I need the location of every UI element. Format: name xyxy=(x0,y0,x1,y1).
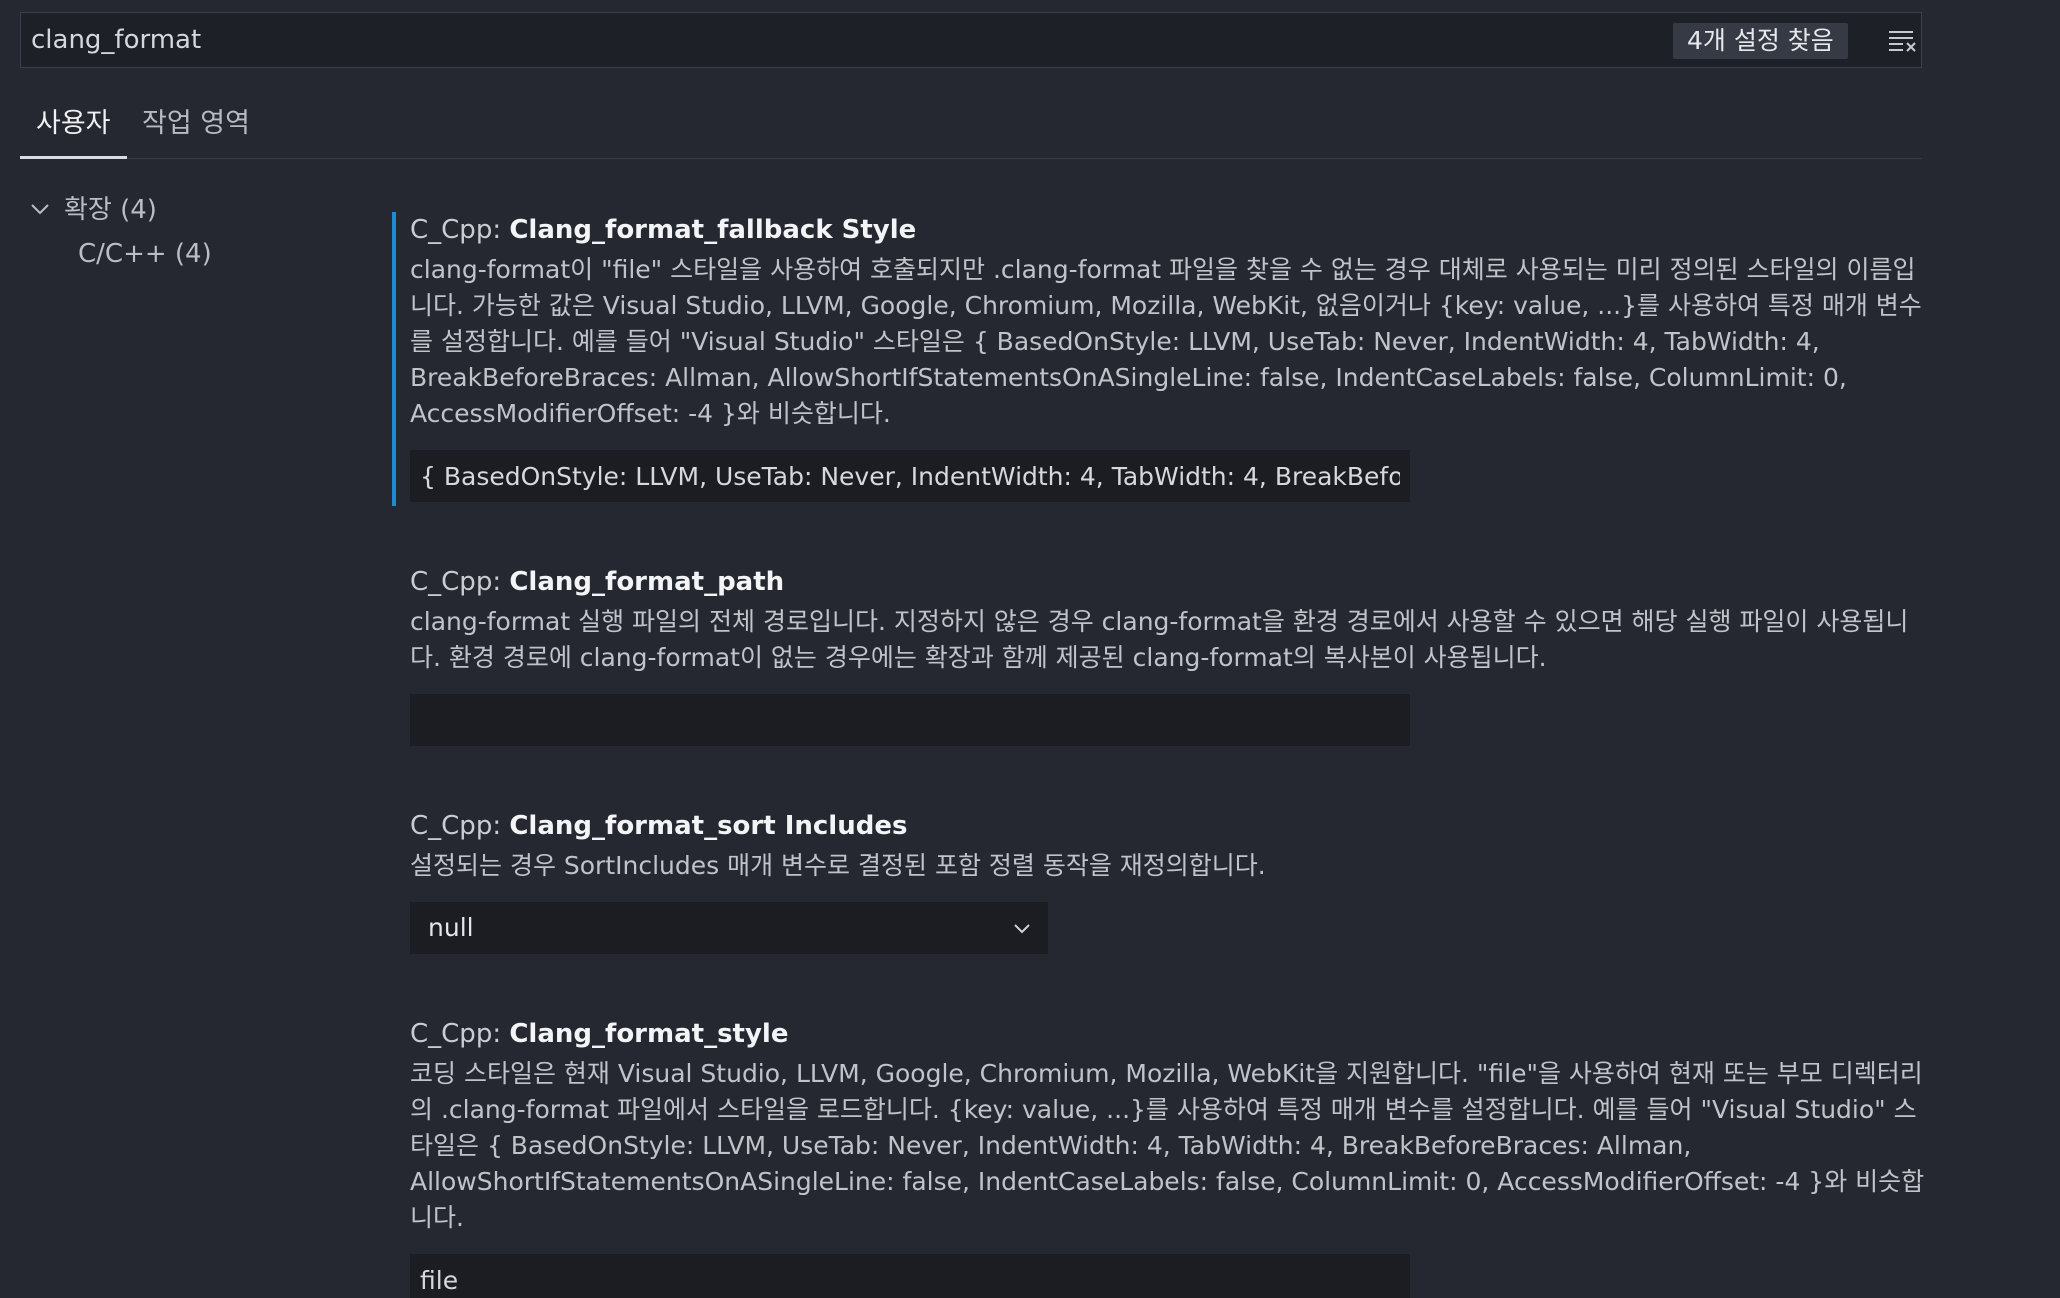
setting-category: C_Cpp: xyxy=(410,1019,510,1049)
tree-item-label: 확장 (4) xyxy=(64,195,157,225)
setting-clang-format-sort-includes: C_Cpp: Clang_format_sort Includes 설정되는 경… xyxy=(392,808,1932,954)
settings-editor: 4개 설정 찾음 사용자 작업 영역 확장 (4) C/C++ (4) C_Cp… xyxy=(0,0,2060,1298)
tree-item-label: C/C++ (4) xyxy=(78,239,212,269)
setting-name: Clang_format_fallback Style xyxy=(509,215,917,245)
clang-format-path-input[interactable] xyxy=(410,694,1410,746)
tree-item-extensions[interactable]: 확장 (4) xyxy=(30,190,157,230)
setting-name: Clang_format_style xyxy=(509,1019,789,1049)
setting-description: 설정되는 경우 SortIncludes 매개 변수로 결정된 포함 정렬 동작… xyxy=(410,851,1266,880)
setting-name: Clang_format_sort Includes xyxy=(509,811,908,841)
setting-clang-format-style: C_Cpp: Clang_format_style 코딩 스타일은 현재 Vis… xyxy=(392,1016,1932,1298)
setting-category: C_Cpp: xyxy=(410,811,510,841)
setting-description: clang-format이 "file" 스타일을 사용하여 호출되지만 .cl… xyxy=(410,255,1922,428)
setting-description: 코딩 스타일은 현재 Visual Studio, LLVM, Google, … xyxy=(410,1059,1925,1232)
setting-title: C_Cpp: Clang_format_path xyxy=(410,564,1932,600)
settings-search-input[interactable] xyxy=(31,21,1231,59)
tree-item-cpp[interactable]: C/C++ (4) xyxy=(78,234,212,274)
chevron-down-icon xyxy=(1014,924,1030,934)
settings-search-bar: 4개 설정 찾음 xyxy=(20,12,1922,68)
setting-title: C_Cpp: Clang_format_fallback Style xyxy=(410,212,1932,248)
result-count-badge: 4개 설정 찾음 xyxy=(1673,23,1848,59)
select-value: null xyxy=(428,913,474,942)
tab-workspace[interactable]: 작업 영역 xyxy=(142,106,250,156)
clear-filter-icon[interactable] xyxy=(1887,27,1919,55)
setting-clang-format-fallback-style: C_Cpp: Clang_format_fallback Style clang… xyxy=(392,212,1932,506)
settings-scope-tabs: 사용자 작업 영역 xyxy=(20,98,1922,159)
setting-category: C_Cpp: xyxy=(410,215,510,245)
setting-title: C_Cpp: Clang_format_sort Includes xyxy=(410,808,1932,844)
setting-clang-format-path: C_Cpp: Clang_format_path clang-format 실행… xyxy=(392,564,1932,746)
setting-category: C_Cpp: xyxy=(410,567,510,597)
setting-title: C_Cpp: Clang_format_style xyxy=(410,1016,1932,1052)
fallback-style-input[interactable] xyxy=(410,450,1410,502)
chevron-down-icon xyxy=(31,203,49,214)
tab-user[interactable]: 사용자 xyxy=(20,106,127,159)
setting-name: Clang_format_path xyxy=(509,567,785,597)
sort-includes-select[interactable]: null xyxy=(410,902,1048,954)
clang-format-style-input[interactable] xyxy=(410,1254,1410,1298)
setting-description: clang-format 실행 파일의 전체 경로입니다. 지정하지 않은 경우… xyxy=(410,607,1909,672)
